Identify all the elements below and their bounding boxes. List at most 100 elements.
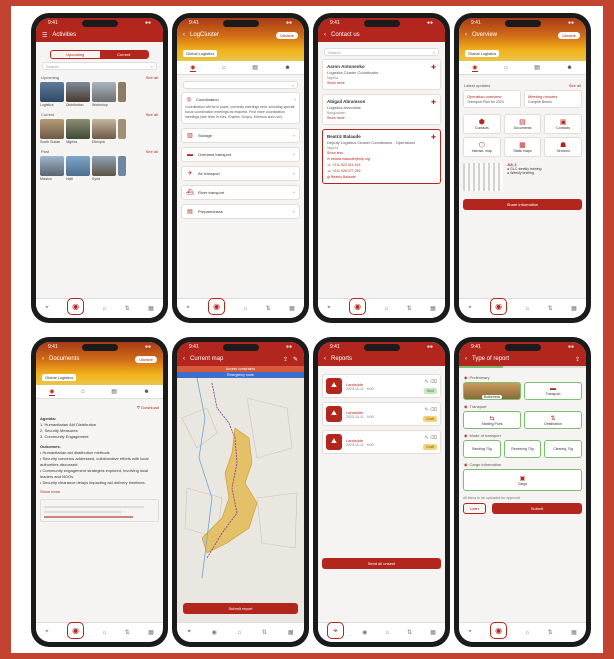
report-item[interactable]: ⛰ Landslide 2023-10-11 · 9:00 ✎ ⌫ Draft [322,430,441,454]
globe-icon[interactable]: ◉ [349,298,367,315]
grid-contacts[interactable]: ⬢ Contacts [463,114,501,134]
option-destination[interactable]: ⇅ Destination [524,411,582,429]
share-icon[interactable]: ⇪ [283,356,288,363]
submit-button[interactable]: Submit [492,503,582,514]
warehouse-icon[interactable]: ⌂ [103,630,107,636]
location-icon[interactable]: ⌖ [327,622,345,639]
location-icon[interactable]: ⌖ [45,629,48,636]
calendar-icon[interactable]: ▦ [288,629,294,636]
warehouse-icon[interactable]: ⌂ [238,630,242,636]
service-row-overland[interactable]: ▬ Overland transport ˅ [181,147,300,162]
calendar-icon[interactable]: ▦ [571,629,577,636]
globe-icon[interactable]: ◉ [67,622,85,639]
warehouse-icon[interactable]: ⌂ [526,630,530,636]
calendar-icon[interactable]: ▦ [148,629,154,636]
calendar-icon[interactable]: ▦ [430,305,436,312]
tab-info-icon[interactable]: ◉ [190,64,196,72]
country-pill[interactable]: Ukraine [558,31,580,39]
route-icon[interactable]: ⇅ [262,629,267,636]
service-row-air[interactable]: ✈ Air transport ˅ [181,166,300,181]
service-row-river[interactable]: ⛴ River transport ˅ [181,185,300,200]
back-icon[interactable]: ‹ [465,32,467,38]
search-input[interactable]: Search ⌕ [42,62,157,70]
add-contact-icon[interactable]: ✚ [431,134,436,141]
option-bottleneck[interactable]: Bottleneck [463,382,521,400]
report-item[interactable]: ⛰ Landslide 2023-10-11 · 9:00 ✎ ⌫ Draft [322,402,441,426]
activity-card[interactable]: Logistics [40,82,64,107]
edit-icon[interactable]: ✎ [293,356,298,363]
location-icon[interactable]: ⌖ [468,629,471,636]
upload-icon[interactable]: ⇪ [575,356,580,363]
route-icon[interactable]: ⇅ [266,305,271,312]
tab-people-icon[interactable]: ☻ [284,65,290,71]
activity-card[interactable]: Mission [40,156,64,181]
calendar-widget[interactable]: JUL 2 ● GLC weekly training ● Weekly bri… [463,163,582,191]
option-transport[interactable]: ▬ Transport [524,382,582,400]
location-icon[interactable]: ⌖ [45,305,48,312]
activity-card[interactable] [118,82,142,107]
report-item[interactable]: ⛰ Landslide 2023-10-11 · 9:00 ✎ ⌫ Sent [322,374,441,398]
see-all-link[interactable]: See all [146,75,158,80]
skype-link[interactable]: ◍ Beatriz Balaude [327,175,436,179]
tab-docs-icon[interactable]: ▤ [111,388,117,395]
back-icon[interactable]: ‹ [183,32,185,38]
tab-home-icon[interactable]: ⌂ [81,389,85,395]
show-more-link[interactable]: Show more [327,81,436,85]
tab-home-icon[interactable]: ⌂ [504,65,508,71]
grid-contacts-2[interactable]: ▣ Contacts [544,114,582,134]
show-less-link[interactable]: Show less [327,151,436,155]
contact-card-expanded[interactable]: ✚ Beatriz Balaude Deputy Logistics Clust… [322,129,441,184]
show-more-link[interactable]: Show more [40,489,159,494]
activity-card[interactable] [118,119,142,144]
add-contact-icon[interactable]: ✚ [431,99,436,106]
tab-home-icon[interactable]: ⌂ [222,65,226,71]
globe-icon[interactable]: ◉ [208,298,226,315]
email-link[interactable]: ✉ beatriz.balaude@wfp.org [327,157,436,161]
coordination-card[interactable]: ◎ Coordination ˄ Coordination will be in p… [181,92,300,124]
see-all-link[interactable]: See all [146,149,158,154]
phone-link[interactable]: ☏ +211 922 414 415 [327,163,436,167]
country-pill[interactable]: Ukraine [135,355,157,363]
country-pill[interactable]: Ukraine [276,31,298,39]
service-row-storage[interactable]: ▥ Storage ˅ [181,128,300,143]
back-icon[interactable]: ‹ [42,356,44,362]
back-icon[interactable]: ‹ [465,356,467,362]
tab-people-icon[interactable]: ☻ [143,389,149,395]
grid-documents[interactable]: ▤ Documents [503,114,542,134]
contact-card[interactable]: ✚ Abigail Abramson Logistics Associate B… [322,94,441,125]
tab-docs-icon[interactable]: ▤ [534,64,540,71]
map-canvas[interactable]: Submit report [177,378,304,622]
search-input[interactable]: Search ⌕ [324,48,439,56]
toggle-upcoming[interactable]: Upcoming [51,51,100,58]
location-icon[interactable]: ⌖ [187,629,190,636]
edit-delete-icons[interactable]: ✎ ⌫ [424,379,437,385]
grid-services[interactable]: ☗ Services [544,137,582,157]
globe-icon[interactable]: ◉ [362,629,367,636]
activity-card[interactable] [118,156,142,181]
edit-delete-icons[interactable]: ✎ ⌫ [424,407,437,413]
activity-card[interactable]: South Sudan [40,119,64,144]
share-information-button[interactable]: Share information [463,199,582,210]
calendar-icon[interactable]: ▦ [289,305,295,312]
route-icon[interactable]: ⇅ [407,629,412,636]
grid-interactive-map[interactable]: ⬡ Interact. map [463,137,501,157]
globe-icon[interactable]: ◉ [490,298,508,315]
activity-card[interactable]: Distribution [66,82,90,107]
globe-icon[interactable]: ◉ [67,298,85,315]
warehouse-icon[interactable]: ⌂ [385,630,389,636]
activity-card[interactable]: Ethiopia [92,119,116,144]
calendar-icon[interactable]: ▦ [571,305,577,312]
menu-icon[interactable]: ☰ [42,32,47,39]
location-icon[interactable]: ⌖ [327,305,330,312]
back-icon[interactable]: ‹ [183,356,185,362]
download-button[interactable]: ⛛ Download [40,405,159,410]
option-receiving[interactable]: Receiving 70g [503,440,542,458]
route-icon[interactable]: ⇅ [125,305,130,312]
calendar-icon[interactable]: ▦ [148,305,154,312]
search-input[interactable]: ⌕ [183,81,298,89]
activity-card[interactable]: Haiti [66,156,90,181]
activity-card[interactable]: Syria [92,156,116,181]
edit-delete-icons[interactable]: ✎ ⌫ [424,435,437,441]
back-icon[interactable]: ‹ [324,32,326,38]
tab-info-icon[interactable]: ◉ [49,388,55,396]
